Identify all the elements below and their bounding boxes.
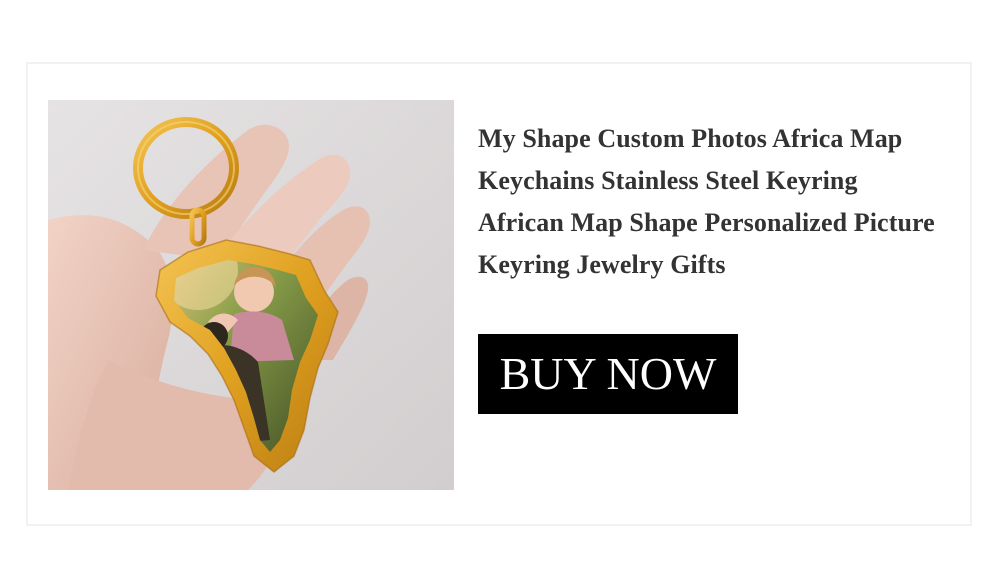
product-title: My Shape Custom Photos Africa Map Keycha…	[478, 124, 935, 279]
product-image[interactable]	[48, 100, 454, 490]
africa-map-keychain-photo-icon	[48, 100, 454, 490]
buy-now-button[interactable]: BUY NOW	[478, 334, 738, 414]
